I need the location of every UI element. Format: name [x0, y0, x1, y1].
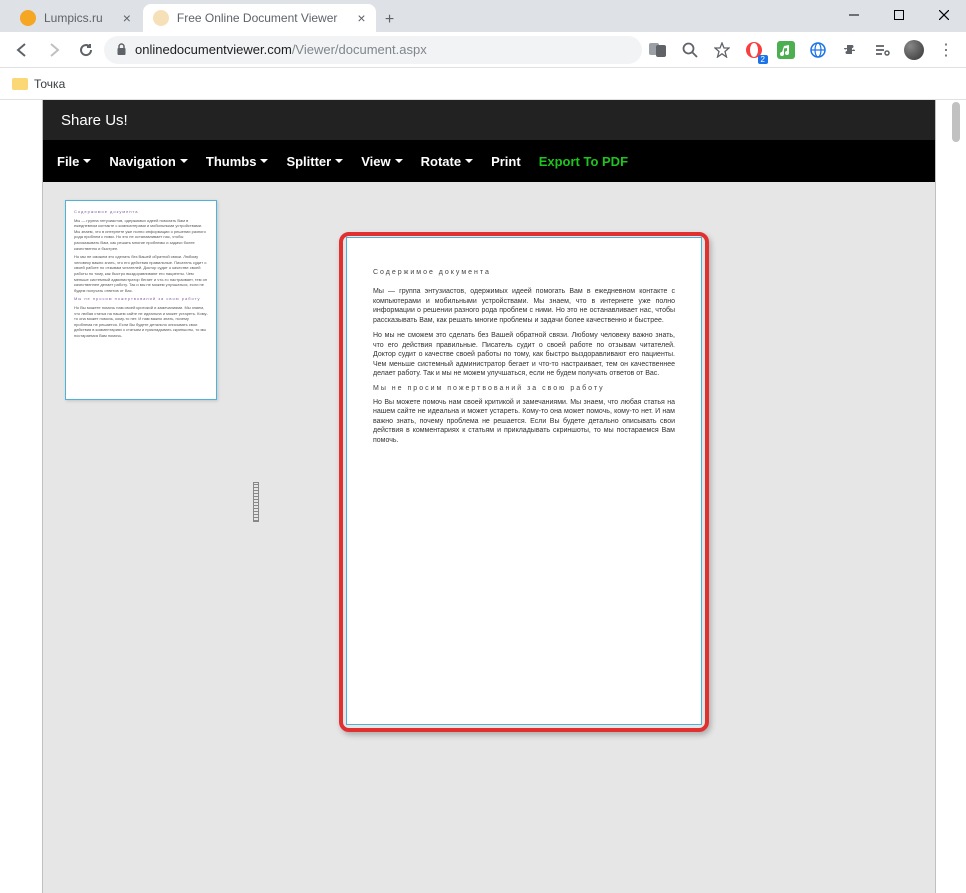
maximize-icon [894, 10, 904, 20]
lock-icon [116, 43, 127, 56]
chevron-down-icon [83, 159, 91, 163]
close-icon [939, 10, 949, 20]
minimize-button[interactable] [831, 0, 876, 30]
close-tab-icon[interactable]: × [123, 10, 131, 26]
browser-tab-viewer[interactable]: Free Online Document Viewer × [143, 4, 376, 32]
thumb-title: Содержимое документа [74, 209, 208, 215]
url-path: /Viewer/document.aspx [292, 42, 427, 57]
tab-title: Free Online Document Viewer [177, 11, 338, 25]
folder-icon [12, 78, 28, 90]
back-icon [14, 42, 30, 58]
address-bar: onlinedocumentviewer.com/Viewer/document… [0, 32, 966, 68]
maximize-button[interactable] [876, 0, 921, 30]
page-thumbnail[interactable]: Содержимое документа Мы — группа энтузиа… [65, 200, 217, 400]
share-header: Share Us! [43, 100, 935, 140]
tab-title: Lumpics.ru [44, 11, 103, 25]
menu-label: Navigation [109, 154, 175, 169]
translate-icon[interactable] [646, 38, 670, 62]
thumb-text: Мы — группа энтузиастов, одержимых идеей… [74, 218, 208, 252]
favicon-viewer [153, 10, 169, 26]
menu-navigation[interactable]: Navigation [109, 154, 187, 169]
close-window-button[interactable] [921, 0, 966, 30]
menu-label: Thumbs [206, 154, 257, 169]
chevron-down-icon [465, 159, 473, 163]
menu-print[interactable]: Print [491, 154, 521, 169]
chevron-down-icon [395, 159, 403, 163]
star-icon[interactable] [710, 38, 734, 62]
extensions-puzzle-icon[interactable] [838, 38, 862, 62]
page-scrollbar[interactable] [950, 100, 962, 893]
thumb-text: Но Вы можете помочь нам своей критикой и… [74, 305, 208, 339]
menu-label: Print [491, 154, 521, 169]
forward-icon [46, 42, 62, 58]
reload-button[interactable] [72, 36, 100, 64]
thumb-heading: Мы не просим пожертвований за свою работ… [74, 296, 208, 302]
chevron-down-icon [180, 159, 188, 163]
reading-list-icon[interactable] [870, 38, 894, 62]
chrome-menu-icon[interactable]: ⋮ [934, 38, 958, 62]
forward-button[interactable] [40, 36, 68, 64]
doc-heading: Мы не просим пожертвований за свою работ… [373, 384, 675, 393]
page-panel: Содержимое документа Мы — группа энтузиа… [259, 182, 935, 893]
thumb-text: Но мы не сможем это сделать без Вашей об… [74, 254, 208, 293]
menu-label: Splitter [286, 154, 331, 169]
window-titlebar: Lumpics.ru × Free Online Document Viewer… [0, 0, 966, 32]
url-field[interactable]: onlinedocumentviewer.com/Viewer/document… [104, 36, 642, 64]
url-domain: onlinedocumentviewer.com [135, 42, 292, 57]
chevron-down-icon [260, 159, 268, 163]
menu-label: Rotate [421, 154, 461, 169]
page-content: Share Us! File Navigation Thumbs Splitte… [0, 100, 966, 893]
doc-title: Содержимое документа [373, 268, 675, 277]
browser-tab-lumpics[interactable]: Lumpics.ru × [10, 4, 141, 32]
document-page[interactable]: Содержимое документа Мы — группа энтузиа… [346, 237, 702, 725]
document-viewer-app: Share Us! File Navigation Thumbs Splitte… [42, 100, 936, 893]
viewer-menubar: File Navigation Thumbs Splitter View Rot… [43, 140, 935, 182]
bookmarks-bar: Точка [0, 68, 966, 100]
new-tab-button[interactable]: + [378, 8, 402, 32]
menu-view[interactable]: View [361, 154, 402, 169]
reload-icon [78, 42, 94, 58]
document-area: Содержимое документа Мы — группа энтузиа… [43, 182, 935, 893]
doc-paragraph: Но мы не сможем это сделать без Вашей об… [373, 331, 675, 378]
minimize-icon [849, 10, 859, 20]
menu-export-pdf[interactable]: Export To PDF [539, 154, 628, 169]
menu-label: File [57, 154, 79, 169]
zoom-icon[interactable] [678, 38, 702, 62]
extension-music[interactable] [774, 38, 798, 62]
doc-paragraph: Мы — группа энтузиастов, одержимых идеей… [373, 287, 675, 325]
bookmark-item[interactable]: Точка [34, 77, 65, 91]
menu-label: Export To PDF [539, 154, 628, 169]
share-label: Share Us! [61, 112, 128, 129]
menu-file[interactable]: File [57, 154, 91, 169]
profile-avatar[interactable] [902, 38, 926, 62]
doc-paragraph: Но Вы можете помочь нам своей критикой и… [373, 398, 675, 445]
back-button[interactable] [8, 36, 36, 64]
menu-label: View [361, 154, 390, 169]
menu-splitter[interactable]: Splitter [286, 154, 343, 169]
favicon-lumpics [20, 10, 36, 26]
thumbnails-panel: Содержимое документа Мы — группа энтузиа… [43, 182, 253, 893]
menu-thumbs[interactable]: Thumbs [206, 154, 269, 169]
menu-rotate[interactable]: Rotate [421, 154, 473, 169]
scroll-thumb[interactable] [952, 102, 960, 142]
close-tab-icon[interactable]: × [357, 10, 365, 26]
extension-globe[interactable] [806, 38, 830, 62]
chevron-down-icon [335, 159, 343, 163]
badge: 2 [758, 55, 768, 64]
extension-opera[interactable]: 2 [742, 38, 766, 62]
